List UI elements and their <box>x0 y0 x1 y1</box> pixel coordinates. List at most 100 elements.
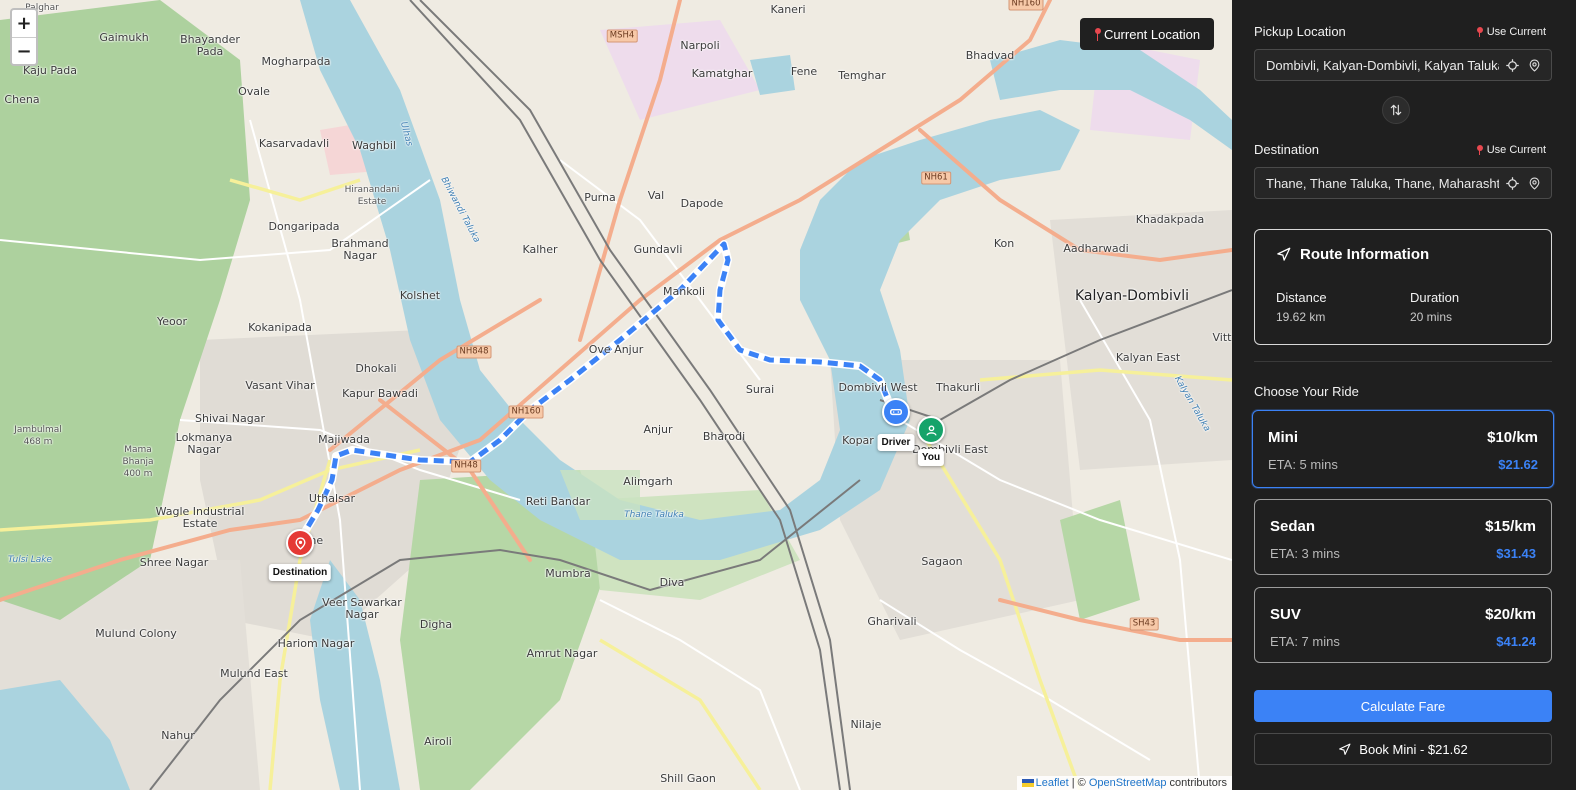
place-label: Amrut Nagar <box>526 647 598 660</box>
place-label: Kalyan East <box>1115 351 1181 364</box>
place-label: Ove Anjur <box>588 343 644 356</box>
ride-name: Sedan <box>1270 518 1316 535</box>
map-pin-icon[interactable] <box>1525 56 1543 74</box>
flag-icon <box>1021 779 1034 787</box>
divider <box>1254 361 1552 362</box>
place-label: Kaneri <box>770 3 806 16</box>
place-label: Gundavli <box>633 243 683 256</box>
book-ride-button[interactable]: Book Mini - $21.62 <box>1254 733 1552 765</box>
place-label: Diva <box>659 576 685 589</box>
place-label: Bharodi <box>702 430 746 443</box>
swap-icon <box>1390 104 1402 116</box>
destination-marker[interactable] <box>286 529 314 557</box>
route-title-text: Route Information <box>1300 246 1430 263</box>
map-pin-icon[interactable] <box>1525 174 1543 192</box>
place-label: Gaimukh <box>99 31 149 44</box>
ride-name: SUV <box>1270 606 1301 623</box>
map-attribution: Leaflet | © OpenStreetMap contributors <box>1016 776 1232 790</box>
place-label: Dongaripada <box>268 220 340 233</box>
destination-marker-label: Destination <box>268 564 332 581</box>
ride-rate: $15/km <box>1485 518 1536 535</box>
place-label: Mulund East <box>220 667 288 680</box>
pickup-use-current-button[interactable]: Use Current <box>1476 25 1546 38</box>
navigation-icon <box>1277 247 1291 261</box>
zoom-control: + − <box>10 8 38 66</box>
place-label: Airoli <box>424 735 452 748</box>
place-label: Reti Bandar <box>525 495 591 508</box>
place-label: Jambulmal 468 m <box>14 425 62 447</box>
place-label: Ovale <box>238 85 270 98</box>
ride-option-suv[interactable]: SUV $20/km ETA: 7 mins $41.24 <box>1254 587 1552 663</box>
ride-option-sedan[interactable]: Sedan $15/km ETA: 3 mins $31.43 <box>1254 499 1552 575</box>
road-shield: NH48 <box>451 459 481 473</box>
place-label: Hiranandani Estate <box>344 185 400 207</box>
destination-field <box>1254 167 1552 199</box>
distance-block: Distance 19.62 km <box>1276 290 1327 324</box>
pickup-field <box>1254 49 1552 81</box>
crosshair-icon[interactable] <box>1503 174 1521 192</box>
map-view[interactable]: Palghar Gaimukh Bhayander Pada Kaju Pada… <box>0 0 1232 790</box>
duration-label: Duration <box>1410 290 1460 305</box>
distance-value: 19.62 km <box>1276 310 1326 324</box>
place-label: Dombivli West <box>838 381 918 394</box>
osm-link[interactable]: OpenStreetMap <box>1089 777 1167 789</box>
crosshair-icon[interactable] <box>1503 56 1521 74</box>
road-shield: NH848 <box>456 345 492 359</box>
place-label: Nahur <box>161 729 195 742</box>
pickup-label: Pickup Location <box>1254 24 1346 39</box>
place-label: Yeoor <box>156 315 188 328</box>
booking-panel: Pickup Location Use Current Destination … <box>1232 0 1576 790</box>
place-label: Shill Gaon <box>660 772 716 785</box>
place-label: Bhadvad <box>965 49 1015 62</box>
zoom-out-button[interactable]: − <box>12 37 36 64</box>
choose-ride-title: Choose Your Ride <box>1254 384 1359 399</box>
place-label: Dapode <box>680 197 724 210</box>
attribution-separator: | © <box>1068 777 1089 789</box>
calculate-fare-label: Calculate Fare <box>1360 698 1446 714</box>
place-label: Thakurli <box>935 381 981 394</box>
leaflet-link[interactable]: Leaflet <box>1036 777 1069 789</box>
place-label: Dhokali <box>355 362 397 375</box>
you-marker-label: You <box>917 449 945 466</box>
destination-label: Destination <box>1254 142 1320 157</box>
place-label: Kapur Bawadi <box>342 387 418 400</box>
current-location-label: Current Location <box>1103 26 1201 42</box>
place-label: Kaju Pada <box>23 64 77 77</box>
zoom-in-button[interactable]: + <box>12 10 36 37</box>
use-current-label: Use Current <box>1486 25 1546 38</box>
place-label: Kamatghar <box>691 67 753 80</box>
car-icon <box>890 408 902 416</box>
ride-option-mini[interactable]: Mini $10/km ETA: 5 mins $21.62 <box>1252 410 1554 488</box>
pickup-input[interactable] <box>1266 57 1499 73</box>
road-shield: NH61 <box>921 171 951 185</box>
place-label: Kokanipada <box>248 321 312 334</box>
route-title: Route Information <box>1276 246 1429 263</box>
place-label: Majiwada <box>318 433 370 446</box>
current-location-button[interactable]: Current Location <box>1080 18 1214 50</box>
you-marker[interactable] <box>917 416 945 444</box>
place-label: Kalyan-Dombivli <box>1074 288 1190 304</box>
place-label: Vitt <box>1212 331 1232 344</box>
route-information-card: Route Information Distance 19.62 km Dura… <box>1254 229 1552 345</box>
place-label: Kasarvadavli <box>258 137 330 150</box>
ride-name: Mini <box>1268 429 1298 446</box>
driver-marker[interactable] <box>882 398 910 426</box>
place-label: Chena <box>4 93 40 106</box>
place-label: Mulund Colony <box>95 627 177 640</box>
swap-locations-button[interactable] <box>1382 96 1410 124</box>
attribution-suffix: contributors <box>1166 777 1227 789</box>
place-label: Digha <box>419 618 453 631</box>
place-label: Mogharpada <box>261 55 331 68</box>
destination-use-current-button[interactable]: Use Current <box>1476 144 1546 156</box>
place-label: Lokmanya Nagar <box>175 431 233 456</box>
place-label: Narpoli <box>680 39 720 52</box>
place-label: Surai <box>745 383 775 396</box>
ride-price: $31.43 <box>1496 546 1536 561</box>
place-label: Alimgarh <box>623 475 673 488</box>
navigation-icon <box>1339 743 1351 755</box>
pickup-header: Pickup Location Use Current <box>1254 24 1546 39</box>
destination-input[interactable] <box>1266 175 1499 191</box>
calculate-fare-button[interactable]: Calculate Fare <box>1254 690 1552 722</box>
road-shield: SH43 <box>1129 617 1159 631</box>
place-label: Uthalsar <box>308 492 356 505</box>
